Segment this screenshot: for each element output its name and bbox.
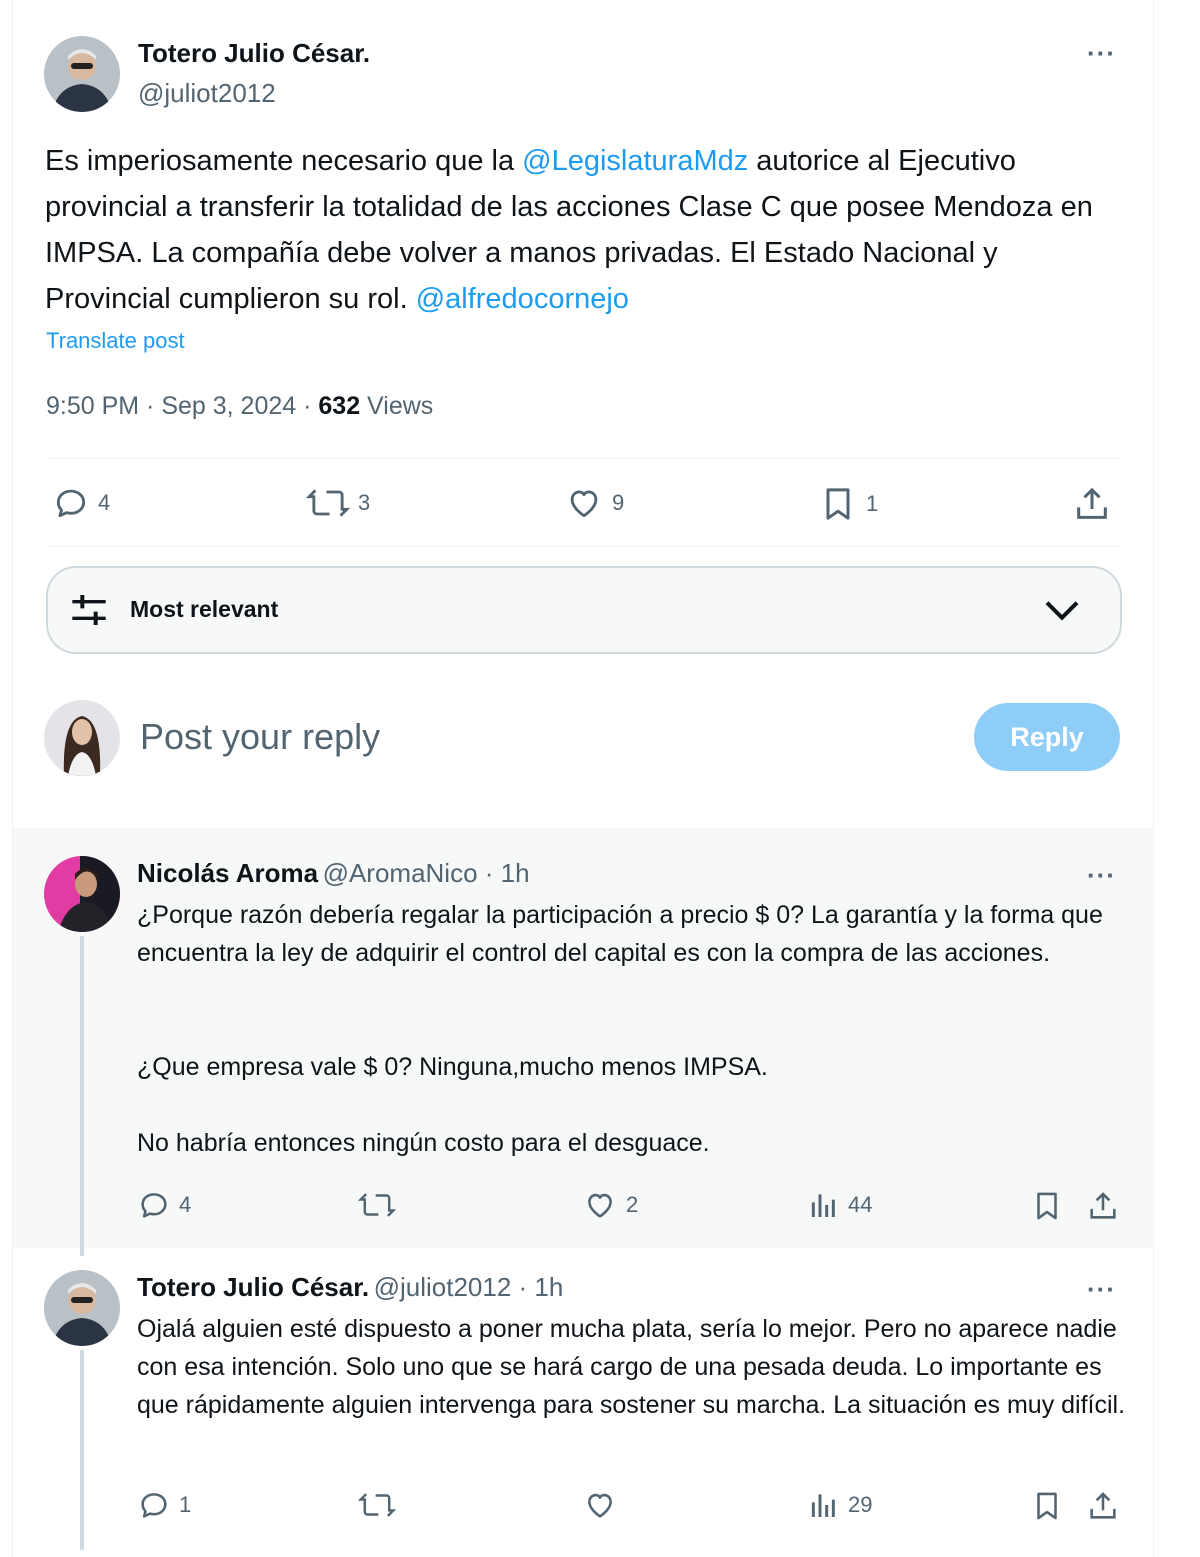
sort-label: Most relevant xyxy=(130,596,279,622)
post-text: Es imperiosamente necesario que la @Legi… xyxy=(45,138,1125,322)
thread-connector xyxy=(80,936,84,1256)
reply-input[interactable]: Post your reply xyxy=(140,716,380,758)
commenter-name[interactable]: Nicolás Aroma xyxy=(137,858,318,888)
repost-icon xyxy=(358,1193,396,1217)
post-meta: 9:50 PM · Sep 3, 2024 · 632 Views xyxy=(46,392,433,421)
more-options-icon[interactable]: ··· xyxy=(1087,862,1116,888)
like-action[interactable]: 2 xyxy=(582,1188,638,1222)
like-count: 9 xyxy=(612,490,625,515)
views-action[interactable]: 29 xyxy=(808,1488,872,1522)
views-label: Views xyxy=(360,392,434,420)
commenter-name[interactable]: Totero Julio César. xyxy=(137,1272,369,1302)
author-name[interactable]: Totero Julio César. xyxy=(138,38,370,69)
mention-link[interactable]: @LegislaturaMdz xyxy=(522,145,748,177)
views-count: 632 xyxy=(318,392,361,420)
share-action[interactable] xyxy=(1086,1188,1120,1224)
reply-count: 4 xyxy=(98,490,111,515)
divider xyxy=(46,458,1122,459)
sliders-icon xyxy=(72,595,106,625)
bookmark-action[interactable] xyxy=(1030,1188,1064,1224)
comment-time[interactable]: · 1h xyxy=(478,858,530,888)
share-icon xyxy=(1090,1192,1116,1219)
more-options-icon[interactable]: ··· xyxy=(1087,40,1116,66)
reply-icon xyxy=(56,489,86,518)
bookmark-action[interactable] xyxy=(1030,1488,1064,1524)
share-action[interactable] xyxy=(1086,1488,1120,1524)
repost-action[interactable] xyxy=(358,1188,396,1222)
like-count: 2 xyxy=(626,1192,639,1217)
comment-paragraph: ¿Que empresa vale $ 0? Ninguna,mucho men… xyxy=(137,1053,768,1081)
commenter-avatar[interactable] xyxy=(44,856,120,932)
comment-header: Totero Julio César. @juliot2012 · 1h xyxy=(137,1272,563,1303)
author-avatar[interactable] xyxy=(44,36,120,112)
heart-icon xyxy=(588,1193,612,1218)
reply-count: 1 xyxy=(179,1492,192,1517)
mention-link[interactable]: @alfredocornejo xyxy=(416,283,629,315)
repost-count: 3 xyxy=(358,490,371,515)
share-action[interactable] xyxy=(1072,484,1112,524)
repost-icon xyxy=(306,489,350,517)
repost-action[interactable] xyxy=(358,1488,396,1522)
bookmark-icon xyxy=(826,488,850,520)
reply-icon xyxy=(141,1493,167,1518)
chevron-down-icon xyxy=(1045,601,1079,621)
sort-replies-dropdown[interactable]: Most relevant xyxy=(46,566,1122,654)
heart-icon xyxy=(570,490,598,518)
user-avatar[interactable] xyxy=(44,700,120,776)
heart-icon xyxy=(588,1493,612,1518)
reply-count: 4 xyxy=(179,1192,192,1217)
highlighted-reply-background xyxy=(13,828,1153,1248)
reply-button[interactable]: Reply xyxy=(974,703,1120,771)
bookmark-icon xyxy=(1037,1192,1057,1220)
bookmark-count: 1 xyxy=(866,491,879,516)
bookmark-icon xyxy=(1037,1492,1057,1520)
views-count: 29 xyxy=(848,1492,873,1517)
thread-connector xyxy=(80,1350,84,1550)
divider xyxy=(46,546,1122,547)
more-options-icon[interactable]: ··· xyxy=(1087,1276,1116,1302)
analytics-icon xyxy=(811,1494,835,1517)
like-action[interactable]: 9 xyxy=(564,484,624,522)
views-action[interactable]: 44 xyxy=(808,1188,872,1222)
translate-post-link[interactable]: Translate post xyxy=(46,328,185,354)
reply-action[interactable]: 4 xyxy=(137,1188,191,1222)
comment-paragraph: No habría entonces ningún costo para el … xyxy=(137,1129,710,1157)
comment-paragraph: ¿Porque razón debería regalar la partici… xyxy=(137,901,1103,967)
repost-action[interactable]: 3 xyxy=(306,484,370,522)
reply-action[interactable]: 4 xyxy=(52,484,110,522)
comment-header: Nicolás Aroma @AromaNico · 1h xyxy=(137,858,530,889)
comment-time[interactable]: · 1h xyxy=(511,1272,564,1302)
like-action[interactable] xyxy=(582,1488,618,1522)
share-icon xyxy=(1077,487,1107,519)
reply-action[interactable]: 1 xyxy=(137,1488,191,1522)
timestamp[interactable]: 9:50 PM · Sep 3, 2024 · xyxy=(46,392,318,420)
commenter-handle[interactable]: @juliot2012 xyxy=(374,1272,512,1302)
author-handle[interactable]: @juliot2012 xyxy=(138,78,276,109)
commenter-handle[interactable]: @AromaNico xyxy=(323,858,478,888)
post-text-part: Es imperiosamente necesario que la xyxy=(45,145,523,177)
analytics-icon xyxy=(811,1194,835,1217)
views-count: 44 xyxy=(848,1192,873,1217)
share-icon xyxy=(1090,1492,1116,1519)
comment-paragraph: Ojalá alguien esté dispuesto a poner muc… xyxy=(137,1315,1126,1419)
commenter-avatar[interactable] xyxy=(44,1270,120,1346)
repost-icon xyxy=(358,1493,396,1517)
reply-icon xyxy=(141,1193,167,1218)
bookmark-action[interactable]: 1 xyxy=(818,484,878,524)
